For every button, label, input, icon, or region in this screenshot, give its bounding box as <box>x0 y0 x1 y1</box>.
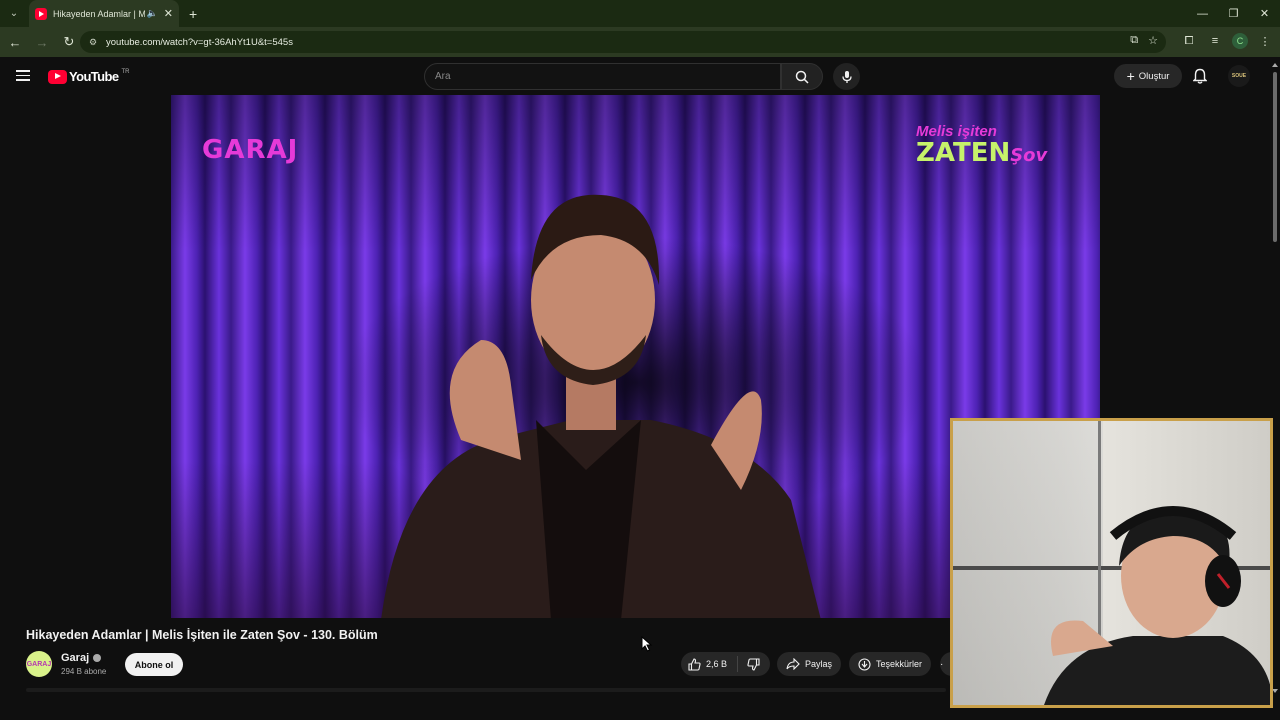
subscriber-count: 294 B abone <box>61 667 107 676</box>
youtube-wordmark: YouTube <box>69 69 119 84</box>
close-icon[interactable]: ✕ <box>164 7 173 20</box>
back-icon[interactable]: ← <box>3 30 27 54</box>
forward-icon[interactable]: → <box>30 30 54 54</box>
thanks-button[interactable]: Teşekkürler <box>849 652 932 676</box>
reload-icon[interactable]: ↻ <box>57 30 81 54</box>
youtube-play-icon <box>48 69 67 84</box>
streamer-figure <box>1044 506 1270 705</box>
tab-list-icon[interactable]: ⌄ <box>5 5 23 23</box>
thanks-icon <box>858 657 871 671</box>
search-button[interactable] <box>781 63 823 90</box>
country-code: TR <box>121 69 130 75</box>
channel-name[interactable]: Garaj <box>61 652 102 664</box>
browser-tab-bar: ⌄ Hikayeden Adamlar | Melis İşiten ile Z… <box>0 0 1280 27</box>
search-input[interactable] <box>425 64 780 89</box>
channel-name-text[interactable]: Garaj <box>61 652 89 664</box>
youtube-logo[interactable]: YouTube TR <box>48 69 129 84</box>
media-icon[interactable]: ≡ <box>1206 32 1224 50</box>
scroll-thumb[interactable] <box>1273 72 1277 242</box>
hamburger-icon[interactable] <box>16 70 30 81</box>
star-icon[interactable]: ☆ <box>1148 34 1158 47</box>
search-field[interactable] <box>424 63 781 90</box>
share-label: Paylaş <box>805 659 833 669</box>
address-bar[interactable]: ⚙ youtube.com/watch?v=gt-36AhYt1U&t=545s… <box>80 31 1166 53</box>
notifications-button[interactable] <box>1191 67 1209 85</box>
youtube-header: YouTube TR + Oluştur SOUE <box>0 57 1280 95</box>
share-icon <box>786 658 800 670</box>
like-dislike-group: 2,6 B <box>681 652 770 676</box>
close-window-icon[interactable]: ✕ <box>1249 0 1280 27</box>
like-icon <box>688 657 701 671</box>
menu-dots-icon[interactable]: ⋮ <box>1256 32 1274 50</box>
extensions-icon[interactable]: ⧠ <box>1180 32 1198 50</box>
voice-search-button[interactable] <box>833 63 860 90</box>
profile-avatar[interactable]: C <box>1232 33 1248 49</box>
install-icon[interactable]: ⧉ <box>1130 34 1138 47</box>
channel-watermark: GARAJ <box>202 135 299 165</box>
show-logo: Melis işiten ZATENŞov <box>916 123 1066 169</box>
create-button[interactable]: + Oluştur <box>1114 64 1182 88</box>
bell-icon <box>1193 68 1207 84</box>
show-logo-suffix: Şov <box>1010 145 1048 166</box>
mouse-cursor <box>641 636 653 652</box>
like-count: 2,6 B <box>706 659 728 669</box>
tab-title: Hikayeden Adamlar | Melis İşiten ile Zat… <box>53 8 145 19</box>
restore-icon[interactable]: ❐ <box>1218 0 1249 27</box>
window-controls: — ❐ ✕ <box>1187 0 1280 27</box>
scroll-up-icon[interactable] <box>1272 63 1278 67</box>
show-logo-main: ZATEN <box>916 138 1011 168</box>
share-button[interactable]: Paylaş <box>777 652 842 676</box>
search-icon <box>795 70 809 84</box>
dislike-icon <box>747 657 760 671</box>
audio-icon[interactable]: 🔈 <box>147 8 158 19</box>
verified-icon <box>93 654 102 662</box>
channel-avatar[interactable]: GARAJ <box>26 651 52 677</box>
youtube-favicon <box>35 7 47 20</box>
plus-icon[interactable]: + <box>189 6 197 22</box>
show-logo-line2: ZATENŞov <box>916 140 1066 169</box>
account-avatar[interactable]: SOUE <box>1228 65 1250 87</box>
description-box-edge <box>26 688 946 692</box>
webcam-overlay <box>950 418 1273 708</box>
site-info-icon[interactable]: ⚙ <box>86 35 100 49</box>
minimize-icon[interactable]: — <box>1187 0 1218 27</box>
speaker-figure <box>381 194 821 618</box>
url-text[interactable]: youtube.com/watch?v=gt-36AhYt1U&t=545s <box>106 37 293 48</box>
mic-icon <box>841 70 852 83</box>
video-title: Hikayeden Adamlar | Melis İşiten ile Zat… <box>26 628 378 642</box>
subscribe-button[interactable]: Abone ol <box>125 653 183 676</box>
browser-tab[interactable]: Hikayeden Adamlar | Melis İşiten ile Zat… <box>29 0 179 27</box>
create-label: Oluştur <box>1138 70 1170 82</box>
like-button[interactable]: 2,6 B <box>681 656 738 672</box>
dislike-button[interactable] <box>738 657 769 671</box>
plus-icon: + <box>1126 68 1135 84</box>
browser-toolbar: ← → ↻ ⚙ youtube.com/watch?v=gt-36AhYt1U&… <box>0 27 1280 57</box>
thanks-label: Teşekkürler <box>876 659 923 669</box>
